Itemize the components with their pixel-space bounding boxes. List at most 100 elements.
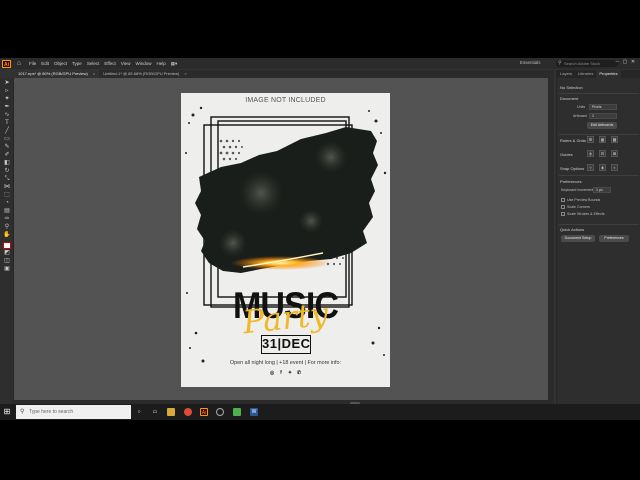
keyboard-increment-input[interactable]: 1 px xyxy=(593,187,611,193)
stock-search-placeholder: Search Adobe Stock xyxy=(564,61,601,66)
guides-label: Guides xyxy=(560,152,573,157)
stock-search-input[interactable]: ⚲ Search Adobe Stock xyxy=(556,60,618,67)
draw-mode-icon[interactable]: ◫ xyxy=(3,258,11,265)
direct-selection-tool-icon[interactable]: ▹ xyxy=(3,88,11,95)
menu-file[interactable]: File xyxy=(29,61,36,67)
divider xyxy=(559,134,639,135)
keyboard-increment-value: 1 px xyxy=(596,188,603,192)
task-view-icon[interactable]: ▭ xyxy=(151,408,159,416)
home-icon[interactable]: ⌂ xyxy=(15,60,23,68)
type-tool-icon[interactable]: T xyxy=(3,120,11,127)
free-transform-tool-icon[interactable]: ⬚ xyxy=(3,192,11,199)
minimize-icon[interactable]: – xyxy=(613,59,621,65)
tab-document-1017[interactable]: 1017.eps* @ 80% (RGB/GPU Preview) × xyxy=(14,70,100,78)
cortana-icon[interactable]: ○ xyxy=(135,408,143,416)
arrange-documents-icon[interactable]: ▦▾ xyxy=(171,61,178,67)
edit-artboards-button[interactable]: Edit Artboards xyxy=(587,122,617,129)
app-icon[interactable] xyxy=(216,408,224,416)
rectangle-tool-icon[interactable]: ▭ xyxy=(3,136,11,143)
width-tool-icon[interactable]: ⋈ xyxy=(3,184,11,191)
document-tabs: 1017.eps* @ 80% (RGB/GPU Preview) × Unti… xyxy=(14,70,554,78)
smart-guides-icon[interactable]: ⊠ xyxy=(611,150,618,157)
menu-object[interactable]: Object xyxy=(54,61,67,67)
divider xyxy=(559,175,639,176)
tab-libraries[interactable]: Libraries xyxy=(575,70,596,78)
close-tab-icon[interactable]: × xyxy=(184,70,186,78)
poster-event-info: Open all night long | +18 event | For mo… xyxy=(229,360,342,366)
show-guides-icon[interactable]: ╪ xyxy=(587,150,594,157)
menu-edit[interactable]: Edit xyxy=(41,61,49,67)
stroke-color-icon[interactable]: ◩ xyxy=(3,250,11,257)
menu-effect[interactable]: Effect xyxy=(104,61,115,67)
menu-view[interactable]: View xyxy=(121,61,131,67)
workspace-switcher[interactable]: Essentials xyxy=(520,60,541,65)
instagram-icon: ◎ xyxy=(269,370,275,376)
selection-tool-icon[interactable]: ➤ xyxy=(3,80,11,87)
eyedropper-tool-icon[interactable]: ✑ xyxy=(3,216,11,223)
illustrator-taskbar-icon[interactable]: Ai xyxy=(200,408,208,416)
file-explorer-icon[interactable] xyxy=(167,408,175,416)
windows-start-icon[interactable]: ⊞ xyxy=(2,407,12,417)
gradient-tool-icon[interactable]: ▤ xyxy=(3,208,11,215)
social-icons: ◎ f ✦ ✆ xyxy=(181,370,390,376)
shaper-tool-icon[interactable]: ✐ xyxy=(3,152,11,159)
chrome-icon[interactable] xyxy=(184,408,192,416)
tab-properties[interactable]: Properties xyxy=(596,70,621,78)
preferences-button[interactable]: Preferences xyxy=(599,235,629,242)
grid-icon[interactable]: ▦ xyxy=(599,136,606,143)
transparency-grid-icon[interactable]: ▩ xyxy=(611,136,618,143)
menu-help[interactable]: Help xyxy=(156,61,165,67)
screen-mode-icon[interactable]: ▣ xyxy=(3,266,11,273)
maximize-icon[interactable]: ▢ xyxy=(621,59,629,65)
word-icon[interactable]: W xyxy=(250,408,258,416)
main-menu: File Edit Object Type Select Effect View… xyxy=(29,61,182,67)
scale-tool-icon[interactable]: ⤡ xyxy=(3,176,11,183)
taskbar-search-input[interactable]: ⚲ Type here to search xyxy=(16,405,131,419)
document-setup-button[interactable]: Document Setup xyxy=(561,235,595,242)
tab-label: Untitled-1* @ 85.68% (RGB/GPU Preview) xyxy=(103,71,180,76)
paintbrush-tool-icon[interactable]: ✎ xyxy=(3,144,11,151)
tools-panel: ➤ ▹ ✦ ✒ ∿ T ╱ ▭ ✎ ✐ ◧ ↻ ⤡ ⋈ ⬚ ◔ ▤ ✑ ⚲ ✋ … xyxy=(0,78,14,419)
artboard-poster[interactable]: IMAGE NOT INCLUDED MUSIC Party 31|DEC Op… xyxy=(181,93,390,387)
close-icon[interactable]: ✕ xyxy=(629,59,637,65)
zoom-tool-icon[interactable]: ⚲ xyxy=(3,224,11,231)
line-tool-icon[interactable]: ╱ xyxy=(3,128,11,135)
app-icon[interactable] xyxy=(233,408,241,416)
light-streak xyxy=(231,256,331,270)
units-value: Pixels xyxy=(592,105,602,109)
menu-window[interactable]: Window xyxy=(135,61,151,67)
artboard-dropdown[interactable]: 1 xyxy=(589,113,617,119)
snap-options-label: Snap Options xyxy=(560,166,585,171)
snap-to-grid-icon[interactable]: ⋕ xyxy=(599,164,606,171)
snap-to-pixel-icon[interactable]: ▪ xyxy=(611,164,618,171)
lock-guides-icon[interactable]: ⊟ xyxy=(599,150,606,157)
pen-tool-icon[interactable]: ✒ xyxy=(3,104,11,111)
menu-type[interactable]: Type xyxy=(72,61,82,67)
rulers-icon[interactable]: ⊞ xyxy=(587,136,594,143)
scale-corners-checkbox[interactable] xyxy=(561,205,565,209)
bokeh-light xyxy=(315,141,347,173)
tab-label: 1017.eps* @ 80% (RGB/GPU Preview) xyxy=(18,71,88,76)
menu-bar: Ai ⌂ File Edit Object Type Select Effect… xyxy=(0,58,640,69)
close-tab-icon[interactable]: × xyxy=(93,70,95,78)
eraser-tool-icon[interactable]: ◧ xyxy=(3,160,11,167)
menu-select[interactable]: Select xyxy=(87,61,100,67)
snap-to-point-icon[interactable]: ⊹ xyxy=(587,164,594,171)
hand-tool-icon[interactable]: ✋ xyxy=(3,232,11,239)
document-section-title: Document xyxy=(560,96,579,101)
shape-builder-tool-icon[interactable]: ◔ xyxy=(3,200,11,207)
scale-strokes-label: Scale Strokes & Effects xyxy=(567,212,605,216)
vertical-scrollbar[interactable] xyxy=(548,78,554,400)
magic-wand-tool-icon[interactable]: ✦ xyxy=(3,96,11,103)
fill-color-icon[interactable] xyxy=(3,242,11,249)
use-preview-bounds-checkbox[interactable] xyxy=(561,198,565,202)
divider xyxy=(559,93,639,94)
curvature-tool-icon[interactable]: ∿ xyxy=(3,112,11,119)
search-icon: ⚲ xyxy=(20,409,25,415)
rotate-tool-icon[interactable]: ↻ xyxy=(3,168,11,175)
scale-strokes-checkbox[interactable] xyxy=(561,212,565,216)
tab-untitled-1[interactable]: Untitled-1* @ 85.68% (RGB/GPU Preview) × xyxy=(99,70,190,78)
bokeh-light xyxy=(219,229,247,257)
units-dropdown[interactable]: Pixels xyxy=(589,104,617,110)
tab-layers[interactable]: Layers xyxy=(557,70,575,78)
